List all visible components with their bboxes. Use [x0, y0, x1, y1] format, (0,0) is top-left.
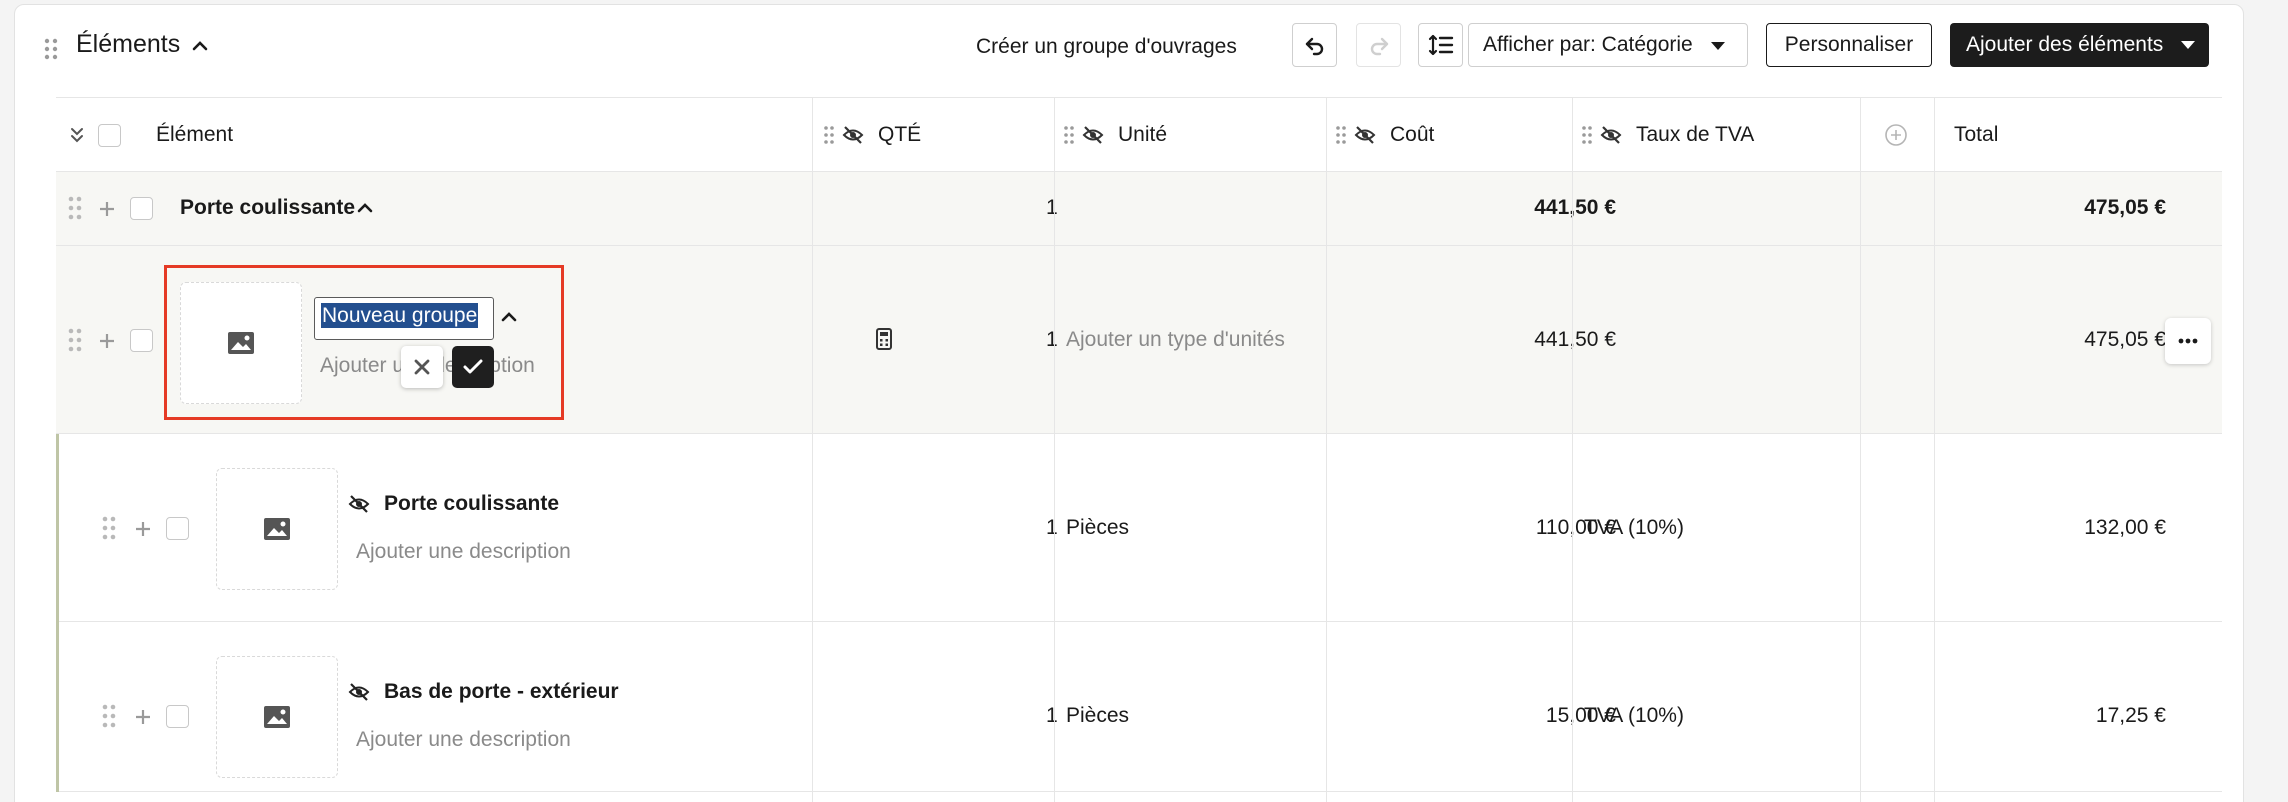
- row-checkbox[interactable]: [130, 329, 153, 352]
- undo-button[interactable]: [1292, 23, 1337, 67]
- plus-icon[interactable]: [98, 200, 116, 218]
- group-indent-bar: [56, 434, 59, 622]
- create-work-group-link[interactable]: Créer un groupe d'ouvrages: [976, 35, 1237, 59]
- item-qty[interactable]: 1: [1046, 704, 1058, 728]
- eye-off-icon[interactable]: [348, 682, 370, 702]
- editing-total: 475,05 €: [2084, 328, 2166, 351]
- eye-off-icon[interactable]: [1600, 125, 1622, 145]
- image-placeholder[interactable]: [216, 468, 338, 590]
- group-row[interactable]: Porte coulissante 1 441,50 € 475,05 €: [56, 172, 2222, 246]
- caret-down-icon: [1711, 42, 1725, 50]
- row-more-button[interactable]: [2165, 318, 2211, 364]
- column-divider: [812, 98, 813, 802]
- row-checkbox[interactable]: [130, 197, 153, 220]
- row-checkbox[interactable]: [166, 517, 189, 540]
- column-divider: [1326, 98, 1327, 802]
- column-header-total[interactable]: Total: [1954, 98, 1998, 172]
- item-vat[interactable]: TVA (10%): [1584, 704, 1684, 728]
- drag-handle-icon[interactable]: [102, 516, 116, 540]
- drag-handle-icon[interactable]: [1064, 126, 1074, 144]
- row-checkbox[interactable]: [166, 705, 189, 728]
- chevron-up-icon[interactable]: [356, 199, 374, 217]
- drag-handle-icon[interactable]: [102, 704, 116, 728]
- item-name[interactable]: Porte coulissante: [384, 492, 559, 516]
- item-vat[interactable]: TVA (10%): [1584, 516, 1684, 540]
- redo-icon: [1370, 37, 1388, 56]
- plus-icon[interactable]: [134, 708, 152, 726]
- column-divider: [1860, 98, 1861, 802]
- section-title: Éléments: [76, 30, 181, 58]
- drag-handle-icon[interactable]: [1336, 126, 1346, 144]
- line-spacing-icon: [1428, 34, 1453, 56]
- table-header-row: Élément QTÉ Unité Coût Taux de TVA Total: [56, 98, 2222, 172]
- unit-placeholder[interactable]: Ajouter un type d'unités: [1066, 328, 1285, 352]
- group-total: 475,05 €: [2084, 196, 2166, 219]
- drag-handle-icon[interactable]: [68, 328, 82, 352]
- calculator-icon[interactable]: [876, 328, 892, 350]
- table-row[interactable]: Bas de porte - extérieur Ajouter une des…: [56, 622, 2222, 792]
- drag-handle-icon[interactable]: [68, 196, 82, 220]
- drag-handle-icon[interactable]: [1582, 126, 1592, 144]
- drag-handle-icon[interactable]: [824, 126, 834, 144]
- column-divider: [1934, 98, 1935, 802]
- group-indent-bar: [56, 622, 59, 792]
- more-horizontal-icon: [2178, 338, 2198, 344]
- column-header-element[interactable]: Élément: [156, 98, 233, 172]
- group-name[interactable]: Porte coulissante: [180, 196, 355, 220]
- drag-handle-icon[interactable]: [44, 38, 58, 60]
- customize-button[interactable]: Personnaliser: [1766, 23, 1932, 67]
- table-row[interactable]: Porte coulissante Ajouter une descriptio…: [56, 434, 2222, 622]
- add-column-icon[interactable]: [1884, 123, 1908, 147]
- plus-icon[interactable]: [98, 332, 116, 350]
- item-qty[interactable]: 1: [1046, 516, 1058, 540]
- add-items-button[interactable]: Ajouter des éléments: [1950, 23, 2209, 67]
- select-all-checkbox[interactable]: [98, 124, 121, 147]
- caret-down-icon: [2181, 41, 2195, 49]
- eye-off-icon[interactable]: [842, 125, 864, 145]
- column-divider: [1054, 98, 1055, 802]
- item-name[interactable]: Bas de porte - extérieur: [384, 680, 619, 704]
- display-by-label: Afficher par: Catégorie: [1483, 33, 1693, 56]
- add-items-label: Ajouter des éléments: [1966, 33, 2164, 56]
- item-description[interactable]: Ajouter une description: [356, 728, 571, 752]
- row-height-button[interactable]: [1418, 23, 1463, 67]
- group-qty: 1: [1046, 196, 1058, 219]
- item-unit[interactable]: Pièces: [1066, 516, 1129, 540]
- chevron-up-icon[interactable]: [190, 36, 210, 56]
- highlight-frame: [164, 265, 564, 420]
- eye-off-icon[interactable]: [1082, 125, 1104, 145]
- image-icon: [264, 518, 290, 540]
- undo-icon: [1305, 37, 1323, 56]
- column-header-unit[interactable]: Unité: [1118, 98, 1167, 172]
- group-cost: 441,50 €: [1534, 196, 1616, 219]
- column-header-vat[interactable]: Taux de TVA: [1636, 98, 1754, 172]
- image-icon: [264, 706, 290, 728]
- redo-button[interactable]: [1356, 23, 1401, 67]
- image-placeholder[interactable]: [216, 656, 338, 778]
- plus-icon[interactable]: [134, 520, 152, 538]
- column-header-qty[interactable]: QTÉ: [878, 98, 921, 172]
- editing-qty[interactable]: 1: [1046, 328, 1058, 352]
- eye-off-icon[interactable]: [348, 494, 370, 514]
- column-header-cost[interactable]: Coût: [1390, 98, 1434, 172]
- item-description[interactable]: Ajouter une description: [356, 540, 571, 564]
- display-by-select[interactable]: Afficher par: Catégorie: [1468, 23, 1748, 67]
- elements-header: Éléments Créer un groupe d'ouvrages Affi…: [0, 0, 2288, 92]
- editing-cost: 441,50 €: [1534, 328, 1616, 351]
- item-total: 17,25 €: [2095, 704, 2166, 727]
- item-unit[interactable]: Pièces: [1066, 704, 1129, 728]
- column-divider: [1572, 98, 1573, 802]
- collapse-all-icon[interactable]: [68, 126, 86, 144]
- item-total: 132,00 €: [2084, 516, 2166, 539]
- eye-off-icon[interactable]: [1354, 125, 1376, 145]
